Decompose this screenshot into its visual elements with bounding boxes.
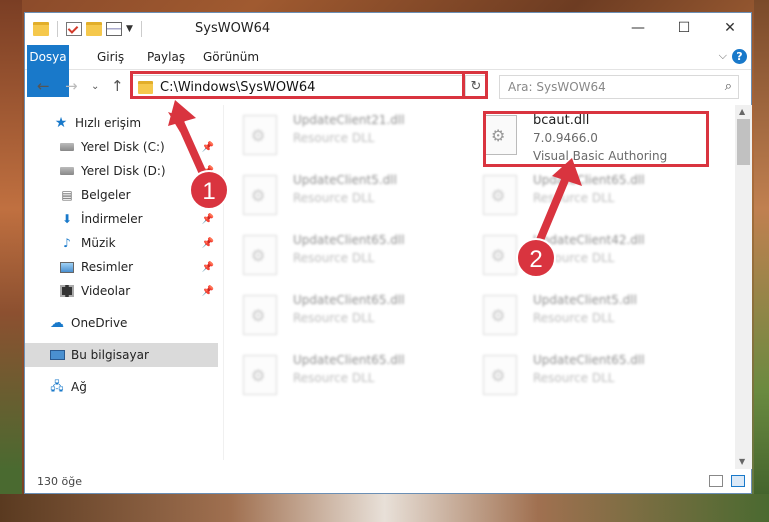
arrow-2-shaft	[536, 176, 569, 244]
step-2-badge: 2	[516, 238, 556, 278]
annotation-arrows	[168, 100, 582, 244]
step-1-badge: 1	[189, 170, 229, 210]
arrow-1-shaft	[176, 118, 209, 182]
